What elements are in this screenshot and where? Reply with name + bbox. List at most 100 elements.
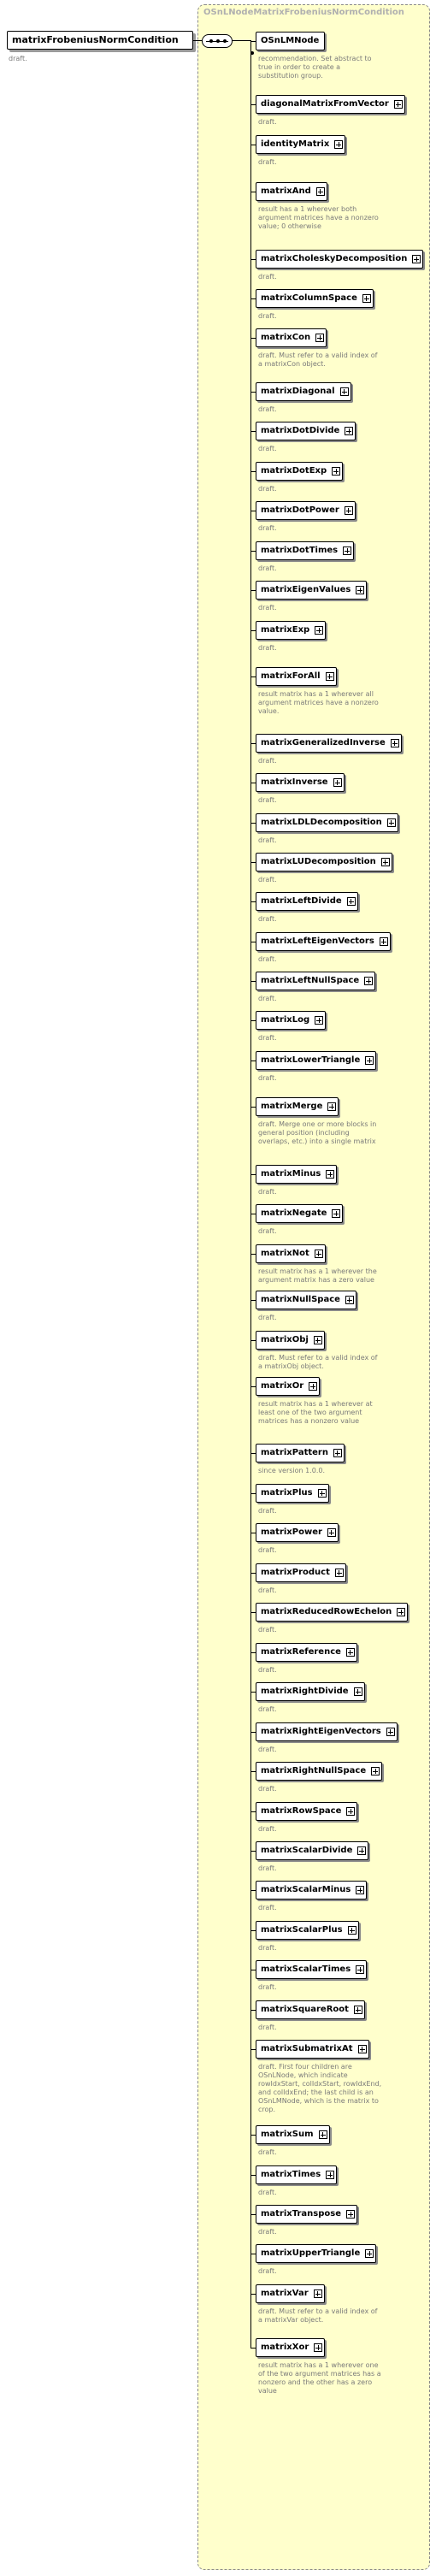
- child-element-box[interactable]: matrixColumnSpace: [256, 289, 374, 308]
- child-element-box[interactable]: matrixInverse: [256, 773, 345, 792]
- expand-plus-icon[interactable]: [362, 294, 371, 303]
- expand-plus-icon[interactable]: [325, 672, 334, 681]
- child-element-box[interactable]: matrixLeftEigenVectors: [256, 932, 391, 951]
- child-element-box[interactable]: matrixEigenValues: [256, 581, 368, 600]
- expand-plus-icon[interactable]: [332, 467, 341, 476]
- child-element-box[interactable]: matrixLeftNullSpace: [256, 972, 376, 990]
- child-element-box[interactable]: matrixMinus: [256, 1165, 338, 1184]
- child-element-box[interactable]: matrixSubmatrixAt: [256, 2040, 369, 2059]
- child-element-box[interactable]: matrixPattern: [256, 1444, 345, 1462]
- expand-plus-icon[interactable]: [346, 897, 356, 906]
- child-element-box[interactable]: matrixAnd: [256, 182, 327, 201]
- expand-plus-icon[interactable]: [333, 778, 342, 787]
- child-element-box[interactable]: matrixNot: [256, 1244, 326, 1263]
- expand-plus-icon[interactable]: [345, 1648, 355, 1657]
- expand-plus-icon[interactable]: [380, 858, 390, 866]
- expand-plus-icon[interactable]: [386, 1728, 395, 1736]
- child-element-box[interactable]: matrixScalarPlus: [256, 1921, 359, 1940]
- child-element-box[interactable]: matrixUpperTriangle: [256, 2244, 377, 2263]
- expand-plus-icon[interactable]: [346, 1807, 356, 1816]
- expand-plus-icon[interactable]: [326, 1170, 335, 1179]
- expand-plus-icon[interactable]: [357, 1846, 367, 1855]
- expand-plus-icon[interactable]: [412, 255, 421, 263]
- child-element-box[interactable]: matrixRightDivide: [256, 1682, 365, 1701]
- child-element-box[interactable]: matrixTimes: [256, 2165, 338, 2184]
- expand-plus-icon[interactable]: [309, 1382, 318, 1391]
- expand-plus-icon[interactable]: [356, 586, 365, 594]
- expand-plus-icon[interactable]: [353, 1687, 362, 1696]
- child-element-box[interactable]: matrixRightNullSpace: [256, 1762, 383, 1781]
- child-element-box[interactable]: matrixRowSpace: [256, 1802, 358, 1821]
- expand-plus-icon[interactable]: [313, 1336, 322, 1344]
- child-element-box[interactable]: matrixLowerTriangle: [256, 1051, 377, 1070]
- expand-plus-icon[interactable]: [315, 334, 325, 342]
- expand-plus-icon[interactable]: [345, 1296, 354, 1304]
- child-element-box[interactable]: matrixReducedRowEchelon: [256, 1603, 409, 1622]
- expand-plus-icon[interactable]: [371, 1767, 380, 1775]
- child-element-box[interactable]: matrixScalarTimes: [256, 1960, 368, 1979]
- child-element-box[interactable]: matrixForAll: [256, 667, 337, 686]
- child-element-box[interactable]: matrixScalarDivide: [256, 1841, 369, 1860]
- expand-plus-icon[interactable]: [386, 818, 396, 827]
- child-element-box[interactable]: diagonalMatrixFromVector: [256, 95, 405, 114]
- expand-plus-icon[interactable]: [393, 100, 403, 109]
- expand-plus-icon[interactable]: [365, 2249, 374, 2258]
- child-element-box[interactable]: matrixCholeskyDecomposition: [256, 250, 424, 269]
- expand-plus-icon[interactable]: [356, 1886, 365, 1894]
- expand-plus-icon[interactable]: [347, 1926, 356, 1935]
- expand-plus-icon[interactable]: [326, 2171, 335, 2179]
- child-element-box[interactable]: matrixObj: [256, 1331, 325, 1350]
- expand-plus-icon[interactable]: [317, 1489, 327, 1498]
- child-element-box[interactable]: matrixPower: [256, 1523, 339, 1542]
- expand-plus-icon[interactable]: [356, 1965, 365, 1974]
- child-element-box[interactable]: matrixNegate: [256, 1204, 344, 1223]
- child-element-box[interactable]: matrixOr: [256, 1377, 321, 1396]
- expand-plus-icon[interactable]: [334, 140, 344, 149]
- child-element-box[interactable]: matrixPlus: [256, 1484, 329, 1503]
- child-element-box[interactable]: matrixDiagonal: [256, 382, 351, 401]
- expand-plus-icon[interactable]: [333, 1449, 342, 1457]
- child-element-box[interactable]: matrixDotExp: [256, 462, 344, 481]
- child-element-box[interactable]: identityMatrix: [256, 135, 346, 154]
- child-element-box[interactable]: matrixProduct: [256, 1563, 346, 1582]
- expand-plus-icon[interactable]: [315, 626, 324, 635]
- expand-plus-icon[interactable]: [315, 1016, 324, 1025]
- child-element-box[interactable]: matrixSum: [256, 2125, 330, 2144]
- expand-plus-icon[interactable]: [364, 977, 374, 985]
- child-element-box[interactable]: matrixRightEigenVectors: [256, 1722, 398, 1741]
- expand-plus-icon[interactable]: [343, 547, 352, 555]
- child-element-box[interactable]: matrixCon: [256, 328, 327, 347]
- child-element-box[interactable]: matrixScalarMinus: [256, 1881, 368, 1900]
- child-element-box[interactable]: matrixTranspose: [256, 2205, 357, 2224]
- expand-plus-icon[interactable]: [346, 2210, 355, 2219]
- expand-plus-icon[interactable]: [315, 187, 325, 196]
- child-element-box[interactable]: matrixDotDivide: [256, 422, 356, 440]
- expand-plus-icon[interactable]: [327, 1528, 336, 1537]
- child-element-box[interactable]: matrixExp: [256, 621, 327, 640]
- child-element-box[interactable]: matrixMerge: [256, 1097, 339, 1116]
- child-element-box[interactable]: matrixNullSpace: [256, 1291, 356, 1309]
- expand-plus-icon[interactable]: [390, 739, 399, 747]
- expand-plus-icon[interactable]: [344, 506, 353, 515]
- child-element-box[interactable]: OSnLMNode: [256, 32, 326, 50]
- child-element-box[interactable]: matrixLUDecomposition: [256, 853, 392, 871]
- expand-plus-icon[interactable]: [332, 1209, 341, 1218]
- expand-plus-icon[interactable]: [353, 2006, 362, 2014]
- child-element-box[interactable]: matrixVar: [256, 2284, 325, 2303]
- root-element-box[interactable]: matrixFrobeniusNormCondition: [7, 31, 193, 50]
- expand-plus-icon[interactable]: [357, 2045, 367, 2053]
- child-element-box[interactable]: matrixGeneralizedInverse: [256, 734, 402, 753]
- expand-plus-icon[interactable]: [379, 937, 388, 946]
- child-element-box[interactable]: matrixLeftDivide: [256, 892, 358, 911]
- expand-plus-icon[interactable]: [313, 2289, 322, 2298]
- child-element-box[interactable]: matrixDotPower: [256, 501, 356, 520]
- child-element-box[interactable]: matrixDotTimes: [256, 541, 355, 560]
- child-element-box[interactable]: matrixSquareRoot: [256, 2000, 365, 2019]
- child-element-box[interactable]: matrixReference: [256, 1643, 357, 1662]
- child-element-box[interactable]: matrixXor: [256, 2338, 326, 2357]
- expand-plus-icon[interactable]: [365, 1056, 374, 1065]
- expand-plus-icon[interactable]: [314, 1250, 323, 1258]
- child-element-box[interactable]: matrixLog: [256, 1011, 327, 1030]
- expand-plus-icon[interactable]: [397, 1608, 406, 1616]
- expand-plus-icon[interactable]: [318, 2130, 327, 2139]
